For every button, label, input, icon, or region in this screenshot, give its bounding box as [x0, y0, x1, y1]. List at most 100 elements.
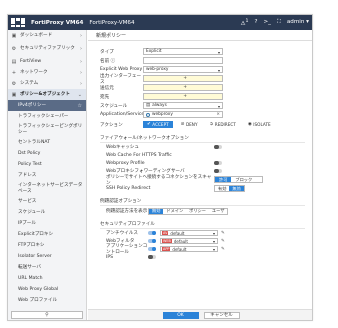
sidebar-item-address[interactable]: アドレス	[8, 170, 86, 181]
ips-label: IPS	[106, 254, 114, 260]
sidebar-item-schedule[interactable]: スケジュール	[8, 207, 86, 218]
sidebar-item-fortiview[interactable]: ▤ FortiView ›	[8, 56, 86, 67]
scan-block-option[interactable]: ブロック	[231, 177, 262, 182]
policy-form: タイプ Explicit ▾ 名前 ⓘ Explicit Web Proxy we…	[88, 41, 312, 261]
auth-disable-option[interactable]: 無効	[149, 208, 164, 214]
type-label: タイプ	[100, 49, 114, 55]
user-menu[interactable]: admin ▾	[287, 19, 309, 25]
sidebar-item-ip-pool[interactable]: IPプール	[8, 218, 86, 229]
ssh-enable-option[interactable]: 有効	[215, 186, 229, 191]
sidebar-item-web-profile[interactable]: Web プロファイル	[8, 295, 86, 306]
explicit-proxy-select[interactable]: web-proxy ▾	[143, 66, 223, 73]
sidebar-item-dst-policy[interactable]: Dst Policy	[8, 148, 86, 159]
auth-policy-option[interactable]: ポリシー	[186, 208, 209, 214]
globe-icon	[146, 112, 150, 117]
auth-user-option[interactable]: ユーザ	[209, 208, 227, 214]
firewall-options-heading: ファイアウォール/ネットワークオプション	[100, 134, 305, 143]
outgoing-interface-input[interactable]: +	[143, 75, 223, 82]
forwarding-server-toggle[interactable]	[214, 168, 222, 174]
sidebar-item-security-fabric[interactable]: ⚙ セキュリティファブリック ›	[8, 41, 86, 56]
sidebar-item-traffic-shaper[interactable]: トラフィックシェーパー	[8, 111, 86, 122]
hostname: FortiProxy-VM64	[89, 19, 135, 26]
webfilter-toggle[interactable]	[148, 238, 156, 244]
ok-button[interactable]: OK	[162, 311, 199, 319]
action-deny-button[interactable]: ⊘ DENY	[177, 121, 202, 128]
action-accept-button[interactable]: ✔ ACCEPT	[143, 121, 173, 128]
sidebar-item-url-match[interactable]: URL Match	[8, 273, 86, 284]
sidebar-search[interactable]: ⚲	[11, 311, 83, 319]
webfilter-select[interactable]: WEB default ▾	[160, 238, 218, 244]
source-label: 送信元	[100, 85, 114, 91]
edit-icon[interactable]: ✎	[221, 231, 225, 236]
sidebar-item-ftp-proxy[interactable]: FTPプロキシ	[8, 240, 86, 251]
schedule-select[interactable]: ▤ always ▾	[143, 102, 223, 109]
sidebar-item-network[interactable]: + ネットワーク ›	[8, 67, 86, 78]
auth-options-heading: 例題認証オプション	[100, 197, 305, 206]
auth-domain-option[interactable]: ドメイン	[163, 208, 186, 214]
antivirus-select[interactable]: AV default ▾	[160, 230, 218, 236]
sidebar-item-service[interactable]: サービス	[8, 196, 86, 207]
ips-toggle[interactable]	[148, 254, 156, 260]
scan-allow-option[interactable]: 許可	[215, 177, 232, 182]
bell-icon[interactable]: ⚠1	[241, 19, 249, 27]
fortinet-logo	[11, 18, 28, 27]
sidebar-item-isolator-server[interactable]: Isolator Server	[8, 251, 86, 262]
name-input[interactable]	[143, 57, 223, 64]
dashboard-icon: ▣	[11, 32, 17, 39]
name-label: 名前	[100, 58, 110, 64]
ssh-disable-option[interactable]: 無効	[229, 186, 244, 191]
sidebar-item-internet-service-db[interactable]: インターネットサービスデータベース	[8, 181, 86, 196]
plus-icon: +	[183, 94, 187, 99]
policy-icon: ▣	[11, 91, 17, 98]
webproxy-profile-toggle[interactable]	[214, 160, 222, 166]
help-icon[interactable]: ?	[254, 19, 257, 25]
edit-icon[interactable]: ✎	[221, 239, 225, 244]
isolate-icon: ◉	[247, 122, 252, 127]
sidebar-item-forwarding-server[interactable]: 転送サーバ	[8, 262, 86, 273]
star-icon[interactable]: ☆	[78, 103, 82, 109]
chevron-down-icon: ▾	[212, 246, 215, 252]
scan-connection-segment: 許可 ブロック	[214, 176, 264, 183]
auth-method-segment: 無効 ドメイン ポリシー ユーザ	[148, 207, 229, 215]
edit-icon[interactable]: ✎	[221, 247, 225, 252]
explicit-proxy-label: Explicit Web Proxy	[100, 67, 143, 72]
destination-input[interactable]: +	[143, 93, 223, 100]
action-redirect-button[interactable]: ➲ REDIRECT	[206, 121, 240, 128]
ssh-redirect-label: SSH Policy Redirect	[106, 186, 151, 191]
cli-icon[interactable]: >_	[263, 19, 270, 25]
app-control-toggle[interactable]	[148, 246, 156, 252]
web-cache-toggle[interactable]	[214, 144, 222, 150]
chevron-right-icon: ›	[80, 45, 82, 52]
antivirus-toggle[interactable]	[148, 230, 156, 236]
action-isolate-button[interactable]: ◉ ISOLATE	[244, 121, 275, 128]
sidebar-item-system[interactable]: ⚙ システム ›	[8, 78, 86, 89]
sidebar-item-explicit-proxy[interactable]: Explicitプロキシ	[8, 229, 86, 240]
top-bar: FortiProxy VM64 FortiProxy-VM64 ⚠1 ? >_ …	[8, 15, 312, 30]
sidebar-item-policy-test[interactable]: Policy Test	[8, 159, 86, 170]
fullscreen-icon[interactable]: ⛶	[277, 19, 281, 26]
sidebar-item-policy-objects[interactable]: ▣ ポリシー&オブジェクト ⌄	[8, 89, 86, 100]
sidebar-item-traffic-shaping-policy[interactable]: トラフィックシェーピングポリシー	[8, 122, 86, 137]
main-panel: 新規ポリシー タイプ Explicit ▾ 名前 ⓘ Explicit Web P…	[88, 30, 312, 320]
sidebar-item-web-proxy-global[interactable]: Web Proxy Global	[8, 284, 86, 295]
plus-icon: +	[183, 85, 187, 90]
sidebar-item-ipv4-policy[interactable]: IPv4ポリシー ☆	[8, 100, 86, 111]
app-control-select[interactable]: APP default ▾	[160, 246, 218, 252]
close-icon[interactable]: ×	[216, 112, 220, 117]
form-footer: OK キャンセル	[88, 309, 312, 320]
app-window: FortiProxy VM64 FortiProxy-VM64 ⚠1 ? >_ …	[7, 14, 313, 321]
plus-icon: +	[11, 69, 17, 76]
cancel-button[interactable]: キャンセル	[203, 311, 240, 319]
ssh-redirect-segment: 有効 無効	[214, 185, 245, 192]
service-input[interactable]: webproxy ×	[143, 111, 223, 118]
sidebar-item-dashboard[interactable]: ▣ ダッシュボード ›	[8, 30, 86, 41]
chevron-right-icon: ›	[80, 58, 82, 65]
chevron-down-icon: ⌄	[77, 91, 82, 98]
source-input[interactable]: +	[143, 84, 223, 91]
type-select[interactable]: Explicit ▾	[143, 48, 223, 55]
auth-method-label: 例題認証方法を表示	[106, 209, 148, 214]
sidebar-item-central-nat[interactable]: セントラルNAT	[8, 137, 86, 148]
webproxy-profile-label: Webproxy Profile	[106, 160, 145, 166]
security-profiles-heading: セキュリティプロファイル	[100, 220, 305, 229]
destination-label: 宛先	[100, 94, 110, 100]
